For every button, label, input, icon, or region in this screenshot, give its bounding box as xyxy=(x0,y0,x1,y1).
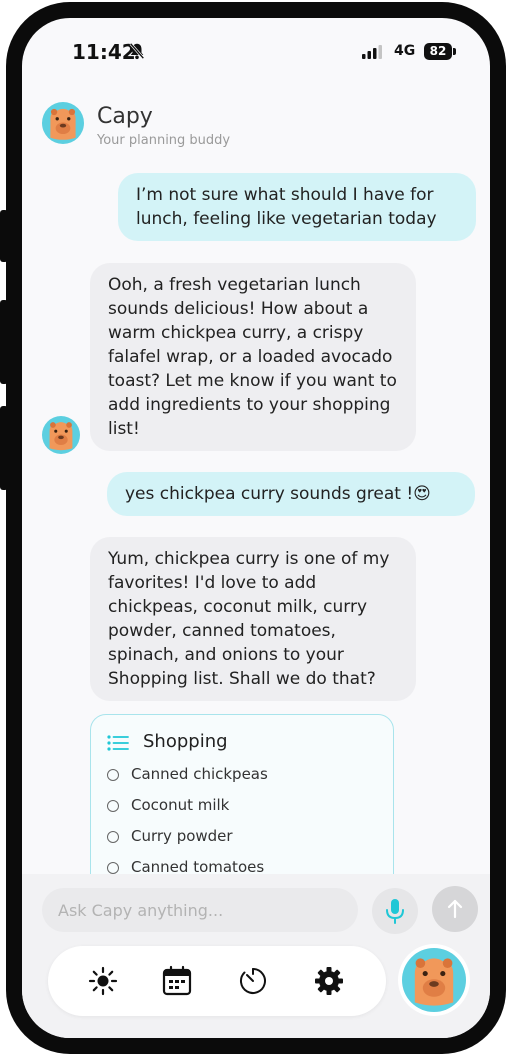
shopping-item-label: Canned chickpeas xyxy=(131,765,268,783)
capybara-icon xyxy=(402,948,466,1012)
ask-input[interactable] xyxy=(42,888,358,932)
arrow-up-icon xyxy=(447,899,463,919)
user-message: yes chickpea curry sounds great !😍 xyxy=(107,472,475,516)
side-button-volume-down xyxy=(0,406,8,490)
bot-message: Yum, chickpea curry is one of my favorit… xyxy=(90,537,416,701)
nav-timer-button[interactable] xyxy=(237,965,269,997)
side-button-volume-up xyxy=(0,300,8,384)
side-button-action xyxy=(0,210,8,262)
capy-assistant-button[interactable] xyxy=(398,944,470,1016)
status-time: 11:42 xyxy=(72,40,136,64)
bell-off-icon xyxy=(129,42,145,60)
battery-indicator: 82 xyxy=(424,43,452,60)
bot-message: Ooh, a fresh vegetarian lunch sounds del… xyxy=(90,263,416,451)
list-icon xyxy=(107,735,129,751)
bot-name: Capy xyxy=(97,104,153,129)
send-button[interactable] xyxy=(432,886,478,932)
shopping-item-label: Coconut milk xyxy=(131,796,230,814)
user-message: I’m not sure what should I have for lunc… xyxy=(118,173,476,241)
nav-sun-button[interactable] xyxy=(87,965,119,997)
radio-circle-icon[interactable] xyxy=(107,769,119,781)
nav-settings-button[interactable] xyxy=(313,965,345,997)
gear-icon xyxy=(315,967,343,995)
shopping-item-label: Curry powder xyxy=(131,827,233,845)
bot-subtitle: Your planning buddy xyxy=(97,133,231,148)
mic-button[interactable] xyxy=(372,888,418,934)
nav-calendar-button[interactable] xyxy=(161,965,193,997)
radio-circle-icon[interactable] xyxy=(107,800,119,812)
bottom-nav xyxy=(48,946,386,1016)
timer-icon xyxy=(240,968,266,994)
calendar-icon xyxy=(162,965,192,996)
screen: 11:42 4G 82 Capy Your planning buddy I’m… xyxy=(22,18,490,1038)
sun-icon xyxy=(88,966,118,996)
capy-avatar-icon xyxy=(42,102,84,144)
battery-level: 82 xyxy=(429,44,447,58)
network-type: 4G xyxy=(394,43,416,59)
microphone-icon xyxy=(386,899,404,924)
composer-area xyxy=(22,874,490,1038)
battery-cap xyxy=(453,48,456,55)
radio-circle-icon[interactable] xyxy=(107,862,119,874)
signal-icon xyxy=(362,45,382,59)
capy-avatar-icon xyxy=(42,416,80,454)
radio-circle-icon[interactable] xyxy=(107,831,119,843)
status-bar: 11:42 4G 82 xyxy=(22,18,490,78)
card-title: Shopping xyxy=(143,731,228,752)
